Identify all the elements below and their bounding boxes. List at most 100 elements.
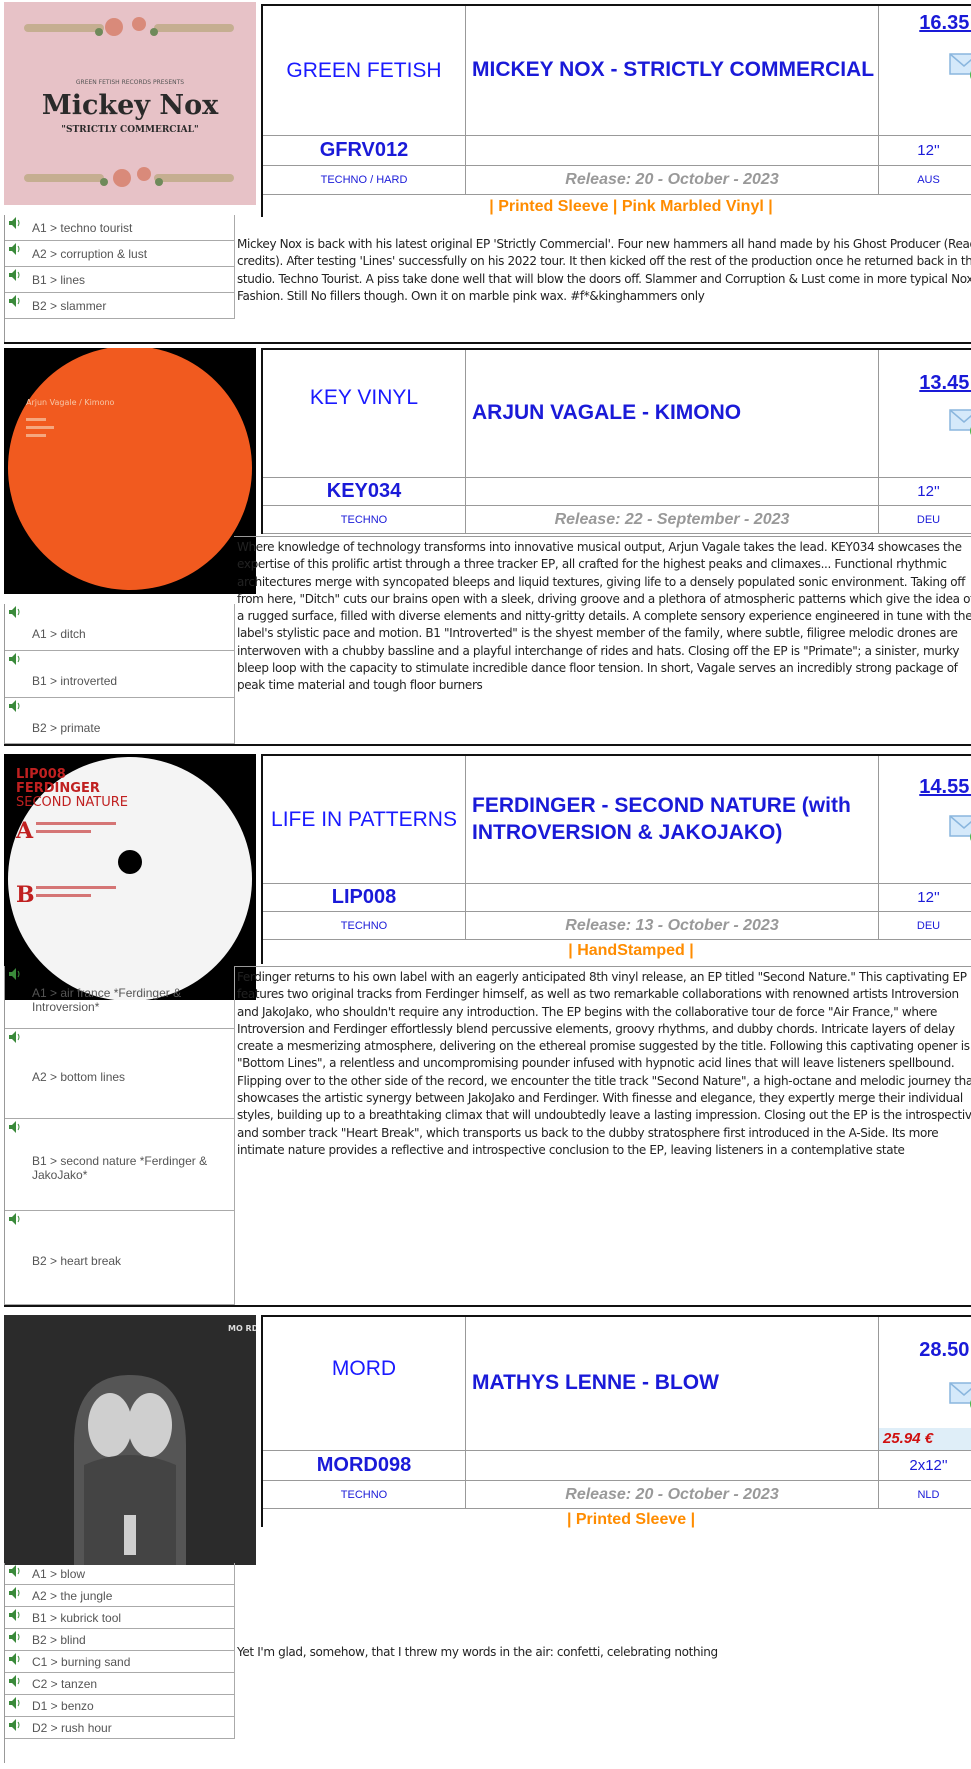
genre-link[interactable]: TECHNO: [263, 912, 466, 940]
format: 12'': [879, 136, 971, 166]
track-title: B2 > slammer: [32, 298, 107, 313]
label-link[interactable]: KEY VINYL: [263, 350, 466, 478]
track-play-link[interactable]: A1 > ditch: [5, 604, 235, 651]
empty-cell: [466, 1451, 879, 1481]
speaker-icon: [9, 968, 20, 980]
track-play-link[interactable]: B2 > slammer: [5, 293, 235, 319]
track-title: D2 > rush hour: [32, 1720, 112, 1735]
format: 12'': [879, 478, 971, 506]
empty-cell: [466, 136, 879, 166]
label-link[interactable]: MORD: [263, 1317, 466, 1451]
track-play-link[interactable]: B1 > introverted: [5, 651, 235, 698]
speaker-icon: [9, 1587, 20, 1599]
release-title-link[interactable]: FERDINGER - SECOND NATURE (with INTROVER…: [466, 756, 879, 884]
track-play-link[interactable]: D2 > rush hour: [5, 1717, 235, 1739]
track-play-link[interactable]: B2 > primate: [5, 698, 235, 744]
release-date: Release: 13 - October - 2023: [466, 912, 879, 940]
special-features: | Printed Sleeve |: [566, 1511, 696, 1528]
empty-cell: [466, 884, 879, 912]
cover-logo: MO RD: [228, 1324, 256, 1333]
track-play-link[interactable]: A1 > techno tourist: [5, 215, 235, 241]
divider: [4, 744, 971, 746]
track-title: B1 > kubrick tool: [32, 1610, 122, 1625]
price: 16.35 €: [919, 12, 971, 34]
release-info: GREEN FETISH MICKEY NOX - STRICTLY COMME…: [261, 4, 971, 217]
country-link[interactable]: DEU: [879, 912, 971, 940]
track-play-link[interactable]: B2 > blind: [5, 1629, 235, 1651]
track-play-link[interactable]: D1 > benzo: [5, 1695, 235, 1717]
catalog-number-link[interactable]: MORD098: [263, 1451, 466, 1481]
track-play-link[interactable]: A1 > blow: [5, 1563, 235, 1585]
track-title: B1 > introverted: [32, 674, 118, 688]
speaker-icon: [9, 1031, 20, 1043]
price-cell: 13.45 €: [879, 350, 971, 478]
release-info: MORD MATHYS LENNE - BLOW 28.50 € 25.94 €…: [261, 1315, 971, 1528]
special-features: | HandStamped |: [568, 942, 694, 959]
release-title-link[interactable]: MICKEY NOX - STRICTLY COMMERCIAL: [466, 6, 879, 136]
release-info: LIFE IN PATTERNS FERDINGER - SECOND NATU…: [261, 754, 971, 964]
speaker-icon: [9, 1697, 20, 1709]
cart-add-icon[interactable]: [948, 1379, 971, 1413]
release-date: Release: 22 - September - 2023: [466, 506, 879, 534]
track-title: A2 > the jungle: [32, 1588, 113, 1603]
release-item: LIP008 FERDINGER SECOND NATURE A B LIFE …: [0, 754, 971, 1307]
cart-add-icon[interactable]: [948, 812, 971, 846]
label-link[interactable]: LIFE IN PATTERNS: [263, 756, 466, 884]
track-title: B2 > primate: [32, 720, 101, 735]
divider: [4, 342, 971, 344]
cover-image[interactable]: GREEN FETISH RECORDS PRESENTS Mickey Nox…: [4, 2, 256, 205]
cover-image[interactable]: Arjun Vagale / Kimono: [4, 348, 256, 594]
speaker-icon: [9, 606, 20, 618]
track-play-link[interactable]: C2 > tanzen: [5, 1673, 235, 1695]
speaker-icon: [9, 269, 20, 281]
price-cell: 14.55 €: [879, 756, 971, 884]
catalog-number-link[interactable]: LIP008: [263, 884, 466, 912]
track-play-link[interactable]: B1 > lines: [5, 267, 235, 293]
release-title-link[interactable]: ARJUN VAGALE - KIMONO: [466, 350, 879, 478]
speaker-icon: [9, 700, 20, 712]
country-link[interactable]: DEU: [879, 506, 971, 534]
country-link[interactable]: NLD: [879, 1481, 971, 1509]
track-play-link[interactable]: A2 > bottom lines: [5, 1029, 235, 1119]
track-play-link[interactable]: B1 > kubrick tool: [5, 1607, 235, 1629]
cart-add-icon[interactable]: [948, 50, 971, 84]
release-description: Mickey Nox is back with his latest origi…: [237, 237, 971, 303]
speaker-icon: [9, 217, 20, 229]
tracklist: A1 > ditch B1 > introverted B2 > primate: [4, 604, 235, 744]
release-description: Where knowledge of technology transforms…: [234, 536, 971, 747]
cover-image[interactable]: MO RD: [4, 1315, 256, 1565]
price: 13.45 €: [919, 372, 971, 394]
speaker-icon: [9, 1653, 20, 1665]
release-date: Release: 20 - October - 2023: [466, 166, 879, 195]
track-play-link[interactable]: A1 > air france *Ferdinger & Introversio…: [5, 966, 235, 1029]
track-title: A2 > corruption & lust: [32, 246, 148, 261]
track-play-link[interactable]: B2 > heart break: [5, 1211, 235, 1305]
track-play-link[interactable]: A2 > the jungle: [5, 1585, 235, 1607]
speaker-icon: [9, 1631, 20, 1643]
cart-add-icon[interactable]: [948, 406, 971, 440]
cover-image[interactable]: LIP008 FERDINGER SECOND NATURE A B: [4, 754, 256, 1000]
sale-price: 25.94 €: [879, 1428, 971, 1450]
tracklist: A1 > blow A2 > the jungle B1 > kubrick t…: [4, 1563, 235, 1763]
track-title: D1 > benzo: [32, 1698, 94, 1713]
genre-link[interactable]: TECHNO: [263, 1481, 466, 1509]
track-play-link[interactable]: C1 > burning sand: [5, 1651, 235, 1673]
track-title: B1 > second nature *Ferdinger & JakoJako…: [32, 1153, 208, 1182]
cover-catno: LIP008: [16, 767, 66, 782]
cover-text: Arjun Vagale / Kimono: [26, 398, 115, 407]
track-title: C2 > tanzen: [32, 1676, 98, 1691]
track-title: C1 > burning sand: [32, 1654, 131, 1669]
track-play-link[interactable]: A2 > corruption & lust: [5, 241, 235, 267]
catalog-number-link[interactable]: GFRV012: [263, 136, 466, 166]
genre-link[interactable]: TECHNO / HARD: [263, 166, 466, 195]
track-play-link[interactable]: B1 > second nature *Ferdinger & JakoJako…: [5, 1119, 235, 1211]
format: 12'': [879, 884, 971, 912]
label-link[interactable]: GREEN FETISH: [263, 6, 466, 136]
release-item: Arjun Vagale / Kimono KEY VINYL ARJUN VA…: [0, 348, 971, 746]
speaker-icon: [9, 1609, 20, 1621]
release-title-link[interactable]: MATHYS LENNE - BLOW: [466, 1317, 879, 1451]
genre-link[interactable]: TECHNO: [263, 506, 466, 534]
country-link[interactable]: AUS: [879, 166, 971, 195]
catalog-number-link[interactable]: KEY034: [263, 478, 466, 506]
cover-artist: FERDINGER: [16, 781, 100, 796]
